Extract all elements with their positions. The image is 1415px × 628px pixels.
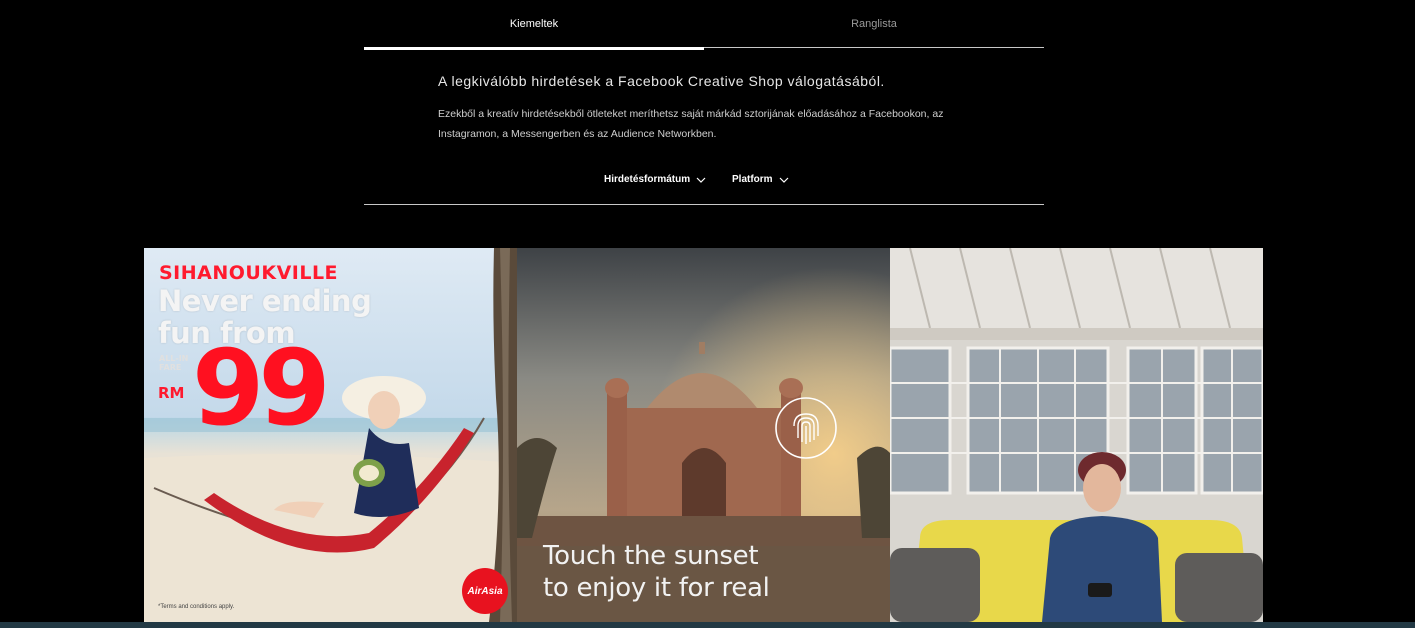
- page-bottom-strip: [0, 622, 1415, 628]
- dropdown-label: Platform: [732, 174, 773, 185]
- ad-tagline-line1: Never ending: [158, 284, 372, 318]
- chevron-down-icon: [779, 177, 788, 183]
- dropdown-label: Hirdetésformátum: [604, 174, 691, 185]
- person-on-sofa-image: [890, 248, 1263, 622]
- logo-text: AirAsia: [467, 585, 503, 597]
- tab-bar: Kiemeltek Ranglista: [364, 0, 1044, 50]
- ad-format-dropdown[interactable]: Hirdetésformátum: [604, 174, 706, 185]
- ad-card-sofa[interactable]: [890, 248, 1263, 622]
- platform-dropdown[interactable]: Platform: [732, 174, 789, 185]
- page-description: Ezekből a kreatív hirdetésekből ötleteke…: [438, 108, 944, 140]
- tab-label: Ranglista: [851, 18, 897, 30]
- ad-destination: SIHANOUKVILLE: [159, 262, 339, 284]
- tab-kiemeltek[interactable]: Kiemeltek: [364, 0, 704, 50]
- tab-label: Kiemeltek: [509, 18, 559, 30]
- fingerprint-icon: [775, 397, 837, 459]
- page-headline: A legkiválóbb hirdetések a Facebook Crea…: [438, 73, 885, 89]
- tab-ranglista[interactable]: Ranglista: [704, 0, 1044, 48]
- currency-label: RM: [158, 384, 185, 402]
- ad-gallery: SIHANOUKVILLE Never ending fun from ALL-…: [144, 248, 1264, 622]
- ad-card-airasia[interactable]: SIHANOUKVILLE Never ending fun from ALL-…: [144, 248, 517, 622]
- caption-line2: to enjoy it for real: [543, 573, 770, 603]
- chevron-down-icon: [696, 177, 706, 183]
- ad-card-sunset[interactable]: Touch the sunset to enjoy it for real: [517, 248, 890, 622]
- airasia-logo: AirAsia: [462, 568, 508, 614]
- price-value: 99: [192, 327, 331, 449]
- caption-line1: Touch the sunset: [543, 541, 759, 571]
- fare-label: ALL-IN FARE: [159, 354, 189, 372]
- terms-note: *Terms and conditions apply.: [158, 604, 235, 610]
- ad-caption: Touch the sunset to enjoy it for real: [543, 540, 770, 604]
- filter-bar: Hirdetésformátum Platform: [364, 160, 1044, 205]
